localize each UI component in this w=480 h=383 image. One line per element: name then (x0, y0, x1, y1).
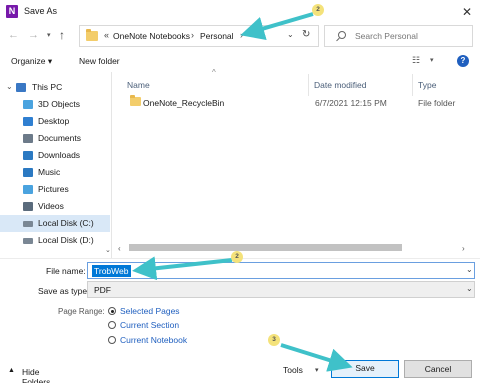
nav-item-downloads[interactable]: Downloads (0, 147, 110, 164)
nav-item-label: Downloads (38, 150, 81, 160)
nav-item-3d-objects[interactable]: 3D Objects (0, 96, 110, 113)
breadcrumb-overflow[interactable]: « (104, 30, 109, 40)
recent-locations-chevron-icon[interactable]: ▾ (47, 29, 57, 43)
address-bar[interactable]: « OneNote Notebooks › Personal › ⌄ ↻ (79, 25, 319, 47)
nav-item-label: Pictures (38, 184, 69, 194)
nav-item-label: This PC (32, 82, 63, 92)
breadcrumb-onenote-notebooks[interactable]: OneNote Notebooks (113, 31, 190, 41)
nav-item-label: 3D Objects (38, 99, 81, 109)
horizontal-scrollbar-thumb[interactable] (129, 244, 402, 251)
nav-item-documents[interactable]: Documents (0, 130, 110, 147)
documents-icon (23, 134, 33, 143)
save-as-type-value: PDF (94, 285, 111, 295)
pictures-icon (23, 185, 33, 194)
chevron-up-icon: ▲ (8, 367, 15, 374)
nav-item-pictures[interactable]: Pictures (0, 181, 110, 198)
downloads-icon (23, 151, 33, 160)
chevron-down-icon[interactable]: ⌄ (466, 265, 473, 274)
radio-label-current-section[interactable]: Current Section (120, 320, 179, 330)
save-button[interactable]: Save (331, 360, 399, 378)
type-cell: File folder (418, 98, 456, 108)
chevron-right-icon[interactable]: › (240, 30, 243, 40)
tools-button[interactable]: Tools (283, 365, 303, 375)
radio-label-selected-pages[interactable]: Selected Pages (120, 306, 180, 316)
nav-item-desktop[interactable]: Desktop (0, 113, 110, 130)
radio-selected-pages[interactable] (108, 307, 116, 315)
file-name-cell: OneNote_RecycleBin (143, 98, 225, 108)
nav-item-label: Local Disk (C:) (38, 218, 94, 228)
search-input[interactable]: Search Personal (324, 25, 473, 47)
radio-current-notebook[interactable] (108, 336, 116, 344)
chevron-down-icon[interactable]: ⌄ (287, 30, 294, 39)
nav-item-local-disk-c[interactable]: Local Disk (C:) (0, 215, 110, 232)
date-modified-cell: 6/7/2021 12:15 PM (315, 98, 387, 108)
drive-icon (23, 221, 33, 227)
nav-item-videos[interactable]: Videos (0, 198, 110, 215)
scroll-left-arrow-icon[interactable]: ‹ (118, 244, 121, 253)
column-header-name[interactable]: Name (127, 80, 150, 90)
nav-item-label: Desktop (38, 116, 70, 126)
scroll-right-arrow-icon[interactable]: › (462, 244, 465, 253)
help-button[interactable]: ? (457, 55, 469, 67)
file-name-input[interactable]: TrobWeb ⌄ (87, 262, 475, 279)
new-folder-button[interactable]: New folder (79, 56, 120, 66)
file-list-row[interactable]: OneNote_RecycleBin 6/7/2021 12:15 PM Fil… (120, 93, 468, 111)
3d-objects-icon (23, 100, 33, 109)
nav-item-label: Documents (38, 133, 81, 143)
nav-item-label: Local Disk (D:) (38, 235, 94, 245)
step-badge: 2 (312, 4, 324, 16)
navigation-pane: ⌄ This PC 3D Objects Desktop Documents D… (0, 72, 112, 258)
file-name-label: File name: (46, 266, 86, 276)
nav-item-local-disk-d[interactable]: Local Disk (D:) (0, 232, 110, 249)
search-placeholder: Search Personal (355, 31, 418, 41)
folder-icon (86, 29, 98, 41)
folder-icon (130, 95, 141, 106)
music-icon (23, 168, 33, 177)
cancel-button[interactable]: Cancel (404, 360, 472, 378)
desktop-icon (23, 117, 33, 126)
step-badge: 2 (231, 251, 243, 263)
view-options-icon[interactable]: ☷ (412, 55, 420, 66)
chevron-down-icon[interactable]: ▾ (430, 56, 434, 64)
radio-current-section[interactable] (108, 321, 116, 329)
title-bar: N Save As ✕ (0, 0, 480, 24)
chevron-right-icon[interactable]: › (191, 30, 194, 40)
save-as-type-label: Save as type: (38, 286, 90, 296)
drive-icon (23, 238, 33, 244)
forward-arrow-icon[interactable]: → (28, 29, 42, 43)
chevron-down-icon[interactable]: ⌄ (466, 284, 473, 293)
nav-item-label: Music (38, 167, 61, 177)
nav-item-this-pc[interactable]: ⌄ This PC (0, 79, 110, 96)
nav-item-label: Videos (38, 201, 64, 211)
page-range-label: Page Range: (58, 307, 105, 316)
chevron-down-icon[interactable]: ⌄ (6, 82, 13, 91)
column-header-type[interactable]: Type (418, 80, 436, 90)
refresh-icon[interactable]: ↻ (302, 29, 310, 40)
computer-icon (16, 83, 26, 92)
close-button[interactable]: ✕ (456, 1, 478, 23)
save-as-type-select[interactable]: PDF ⌄ (87, 281, 475, 298)
back-arrow-icon[interactable]: ← (8, 29, 22, 43)
up-arrow-icon[interactable]: ↑ (59, 28, 73, 44)
breadcrumb-personal[interactable]: Personal (200, 31, 234, 41)
window-title: Save As (24, 6, 58, 16)
sort-ascending-icon: ^ (212, 68, 216, 77)
videos-icon (23, 202, 33, 211)
hide-folders-label: Hide Folders (22, 367, 51, 383)
step-badge: 3 (268, 334, 280, 346)
nav-item-music[interactable]: Music (0, 164, 110, 181)
chevron-down-icon[interactable]: ▾ (315, 366, 319, 374)
column-header-date-modified[interactable]: Date modified (314, 80, 366, 90)
search-icon (338, 31, 346, 39)
scroll-down-arrow-icon[interactable]: ⌄ (105, 246, 111, 254)
organize-button[interactable]: Organize ▾ (11, 56, 52, 67)
onenote-icon: N (6, 5, 18, 18)
file-name-value[interactable]: TrobWeb (92, 265, 131, 277)
radio-label-current-notebook[interactable]: Current Notebook (120, 335, 187, 345)
